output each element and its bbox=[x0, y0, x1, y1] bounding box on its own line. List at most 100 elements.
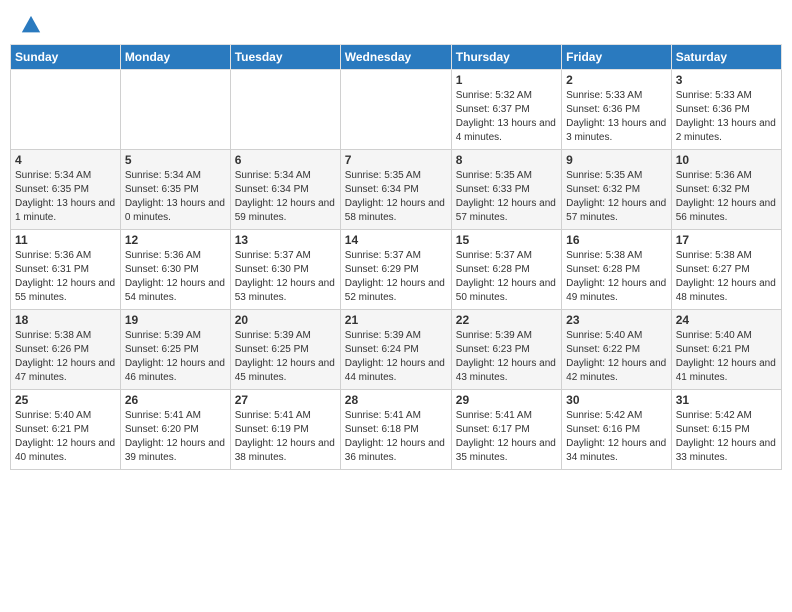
calendar-cell: 7 Sunrise: 5:35 AMSunset: 6:34 PMDayligh… bbox=[340, 150, 451, 230]
day-number: 15 bbox=[456, 233, 557, 247]
day-info: Sunrise: 5:39 AMSunset: 6:24 PMDaylight:… bbox=[345, 330, 445, 383]
day-info: Sunrise: 5:38 AMSunset: 6:27 PMDaylight:… bbox=[676, 250, 776, 303]
day-info: Sunrise: 5:40 AMSunset: 6:21 PMDaylight:… bbox=[15, 410, 115, 463]
calendar-cell: 19 Sunrise: 5:39 AMSunset: 6:25 PMDaylig… bbox=[120, 310, 230, 390]
day-info: Sunrise: 5:39 AMSunset: 6:25 PMDaylight:… bbox=[235, 330, 335, 383]
weekday-header-saturday: Saturday bbox=[671, 45, 781, 70]
calendar-cell: 3 Sunrise: 5:33 AMSunset: 6:36 PMDayligh… bbox=[671, 70, 781, 150]
calendar-cell: 24 Sunrise: 5:40 AMSunset: 6:21 PMDaylig… bbox=[671, 310, 781, 390]
weekday-header-wednesday: Wednesday bbox=[340, 45, 451, 70]
calendar-week-4: 18 Sunrise: 5:38 AMSunset: 6:26 PMDaylig… bbox=[11, 310, 782, 390]
weekday-header-row: SundayMondayTuesdayWednesdayThursdayFrid… bbox=[11, 45, 782, 70]
calendar-cell: 28 Sunrise: 5:41 AMSunset: 6:18 PMDaylig… bbox=[340, 390, 451, 470]
day-number: 4 bbox=[15, 153, 116, 167]
calendar-cell: 21 Sunrise: 5:39 AMSunset: 6:24 PMDaylig… bbox=[340, 310, 451, 390]
day-number: 2 bbox=[566, 73, 667, 87]
day-info: Sunrise: 5:34 AMSunset: 6:35 PMDaylight:… bbox=[15, 170, 115, 223]
calendar-cell: 18 Sunrise: 5:38 AMSunset: 6:26 PMDaylig… bbox=[11, 310, 121, 390]
day-info: Sunrise: 5:41 AMSunset: 6:18 PMDaylight:… bbox=[345, 410, 445, 463]
calendar-week-5: 25 Sunrise: 5:40 AMSunset: 6:21 PMDaylig… bbox=[11, 390, 782, 470]
day-info: Sunrise: 5:36 AMSunset: 6:30 PMDaylight:… bbox=[125, 250, 225, 303]
calendar-cell: 1 Sunrise: 5:32 AMSunset: 6:37 PMDayligh… bbox=[451, 70, 561, 150]
day-number: 6 bbox=[235, 153, 336, 167]
calendar-cell: 23 Sunrise: 5:40 AMSunset: 6:22 PMDaylig… bbox=[562, 310, 672, 390]
calendar-cell: 15 Sunrise: 5:37 AMSunset: 6:28 PMDaylig… bbox=[451, 230, 561, 310]
calendar-cell: 9 Sunrise: 5:35 AMSunset: 6:32 PMDayligh… bbox=[562, 150, 672, 230]
day-info: Sunrise: 5:35 AMSunset: 6:34 PMDaylight:… bbox=[345, 170, 445, 223]
day-info: Sunrise: 5:37 AMSunset: 6:28 PMDaylight:… bbox=[456, 250, 556, 303]
day-number: 11 bbox=[15, 233, 116, 247]
weekday-header-thursday: Thursday bbox=[451, 45, 561, 70]
day-info: Sunrise: 5:33 AMSunset: 6:36 PMDaylight:… bbox=[566, 90, 666, 143]
calendar-cell bbox=[120, 70, 230, 150]
day-info: Sunrise: 5:37 AMSunset: 6:29 PMDaylight:… bbox=[345, 250, 445, 303]
calendar-cell: 6 Sunrise: 5:34 AMSunset: 6:34 PMDayligh… bbox=[230, 150, 340, 230]
day-info: Sunrise: 5:38 AMSunset: 6:26 PMDaylight:… bbox=[15, 330, 115, 383]
day-number: 25 bbox=[15, 393, 116, 407]
calendar-cell: 29 Sunrise: 5:41 AMSunset: 6:17 PMDaylig… bbox=[451, 390, 561, 470]
day-number: 16 bbox=[566, 233, 667, 247]
day-number: 18 bbox=[15, 313, 116, 327]
calendar-cell: 22 Sunrise: 5:39 AMSunset: 6:23 PMDaylig… bbox=[451, 310, 561, 390]
day-info: Sunrise: 5:35 AMSunset: 6:33 PMDaylight:… bbox=[456, 170, 556, 223]
day-info: Sunrise: 5:41 AMSunset: 6:20 PMDaylight:… bbox=[125, 410, 225, 463]
calendar-cell: 11 Sunrise: 5:36 AMSunset: 6:31 PMDaylig… bbox=[11, 230, 121, 310]
day-number: 29 bbox=[456, 393, 557, 407]
calendar-cell: 10 Sunrise: 5:36 AMSunset: 6:32 PMDaylig… bbox=[671, 150, 781, 230]
calendar-cell: 26 Sunrise: 5:41 AMSunset: 6:20 PMDaylig… bbox=[120, 390, 230, 470]
calendar-cell: 8 Sunrise: 5:35 AMSunset: 6:33 PMDayligh… bbox=[451, 150, 561, 230]
day-number: 17 bbox=[676, 233, 777, 247]
day-number: 14 bbox=[345, 233, 447, 247]
day-info: Sunrise: 5:39 AMSunset: 6:25 PMDaylight:… bbox=[125, 330, 225, 383]
logo-icon bbox=[20, 14, 42, 36]
day-info: Sunrise: 5:42 AMSunset: 6:15 PMDaylight:… bbox=[676, 410, 776, 463]
calendar-cell: 16 Sunrise: 5:38 AMSunset: 6:28 PMDaylig… bbox=[562, 230, 672, 310]
day-info: Sunrise: 5:37 AMSunset: 6:30 PMDaylight:… bbox=[235, 250, 335, 303]
day-info: Sunrise: 5:40 AMSunset: 6:21 PMDaylight:… bbox=[676, 330, 776, 383]
calendar-cell: 14 Sunrise: 5:37 AMSunset: 6:29 PMDaylig… bbox=[340, 230, 451, 310]
day-number: 23 bbox=[566, 313, 667, 327]
day-number: 3 bbox=[676, 73, 777, 87]
day-number: 5 bbox=[125, 153, 226, 167]
day-info: Sunrise: 5:39 AMSunset: 6:23 PMDaylight:… bbox=[456, 330, 556, 383]
weekday-header-friday: Friday bbox=[562, 45, 672, 70]
calendar-cell bbox=[230, 70, 340, 150]
page-header bbox=[10, 10, 782, 36]
day-info: Sunrise: 5:36 AMSunset: 6:31 PMDaylight:… bbox=[15, 250, 115, 303]
calendar-week-1: 1 Sunrise: 5:32 AMSunset: 6:37 PMDayligh… bbox=[11, 70, 782, 150]
day-info: Sunrise: 5:34 AMSunset: 6:34 PMDaylight:… bbox=[235, 170, 335, 223]
calendar-cell: 27 Sunrise: 5:41 AMSunset: 6:19 PMDaylig… bbox=[230, 390, 340, 470]
calendar-table: SundayMondayTuesdayWednesdayThursdayFrid… bbox=[10, 44, 782, 470]
calendar-cell: 12 Sunrise: 5:36 AMSunset: 6:30 PMDaylig… bbox=[120, 230, 230, 310]
day-number: 10 bbox=[676, 153, 777, 167]
day-info: Sunrise: 5:41 AMSunset: 6:17 PMDaylight:… bbox=[456, 410, 556, 463]
calendar-cell: 20 Sunrise: 5:39 AMSunset: 6:25 PMDaylig… bbox=[230, 310, 340, 390]
day-number: 9 bbox=[566, 153, 667, 167]
calendar-cell: 17 Sunrise: 5:38 AMSunset: 6:27 PMDaylig… bbox=[671, 230, 781, 310]
day-number: 22 bbox=[456, 313, 557, 327]
day-number: 12 bbox=[125, 233, 226, 247]
calendar-week-2: 4 Sunrise: 5:34 AMSunset: 6:35 PMDayligh… bbox=[11, 150, 782, 230]
calendar-cell bbox=[340, 70, 451, 150]
calendar-cell: 30 Sunrise: 5:42 AMSunset: 6:16 PMDaylig… bbox=[562, 390, 672, 470]
calendar-cell: 31 Sunrise: 5:42 AMSunset: 6:15 PMDaylig… bbox=[671, 390, 781, 470]
day-number: 28 bbox=[345, 393, 447, 407]
logo bbox=[18, 14, 42, 32]
day-number: 19 bbox=[125, 313, 226, 327]
day-info: Sunrise: 5:40 AMSunset: 6:22 PMDaylight:… bbox=[566, 330, 666, 383]
day-info: Sunrise: 5:34 AMSunset: 6:35 PMDaylight:… bbox=[125, 170, 225, 223]
day-number: 1 bbox=[456, 73, 557, 87]
weekday-header-sunday: Sunday bbox=[11, 45, 121, 70]
day-info: Sunrise: 5:32 AMSunset: 6:37 PMDaylight:… bbox=[456, 90, 556, 143]
calendar-cell: 2 Sunrise: 5:33 AMSunset: 6:36 PMDayligh… bbox=[562, 70, 672, 150]
day-number: 26 bbox=[125, 393, 226, 407]
calendar-cell: 25 Sunrise: 5:40 AMSunset: 6:21 PMDaylig… bbox=[11, 390, 121, 470]
day-number: 13 bbox=[235, 233, 336, 247]
day-info: Sunrise: 5:33 AMSunset: 6:36 PMDaylight:… bbox=[676, 90, 776, 143]
day-number: 30 bbox=[566, 393, 667, 407]
day-number: 31 bbox=[676, 393, 777, 407]
day-info: Sunrise: 5:35 AMSunset: 6:32 PMDaylight:… bbox=[566, 170, 666, 223]
day-info: Sunrise: 5:42 AMSunset: 6:16 PMDaylight:… bbox=[566, 410, 666, 463]
day-info: Sunrise: 5:41 AMSunset: 6:19 PMDaylight:… bbox=[235, 410, 335, 463]
day-number: 24 bbox=[676, 313, 777, 327]
